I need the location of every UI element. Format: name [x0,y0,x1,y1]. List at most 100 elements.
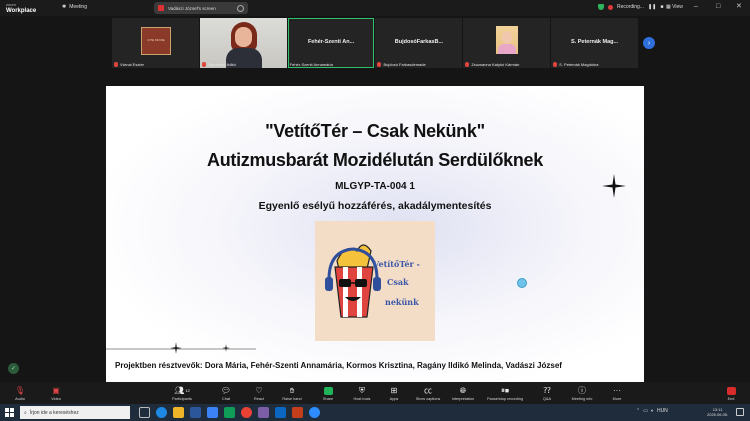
excel-icon[interactable] [224,407,235,418]
participant-tile[interactable]: CITE MOVIE Várnai Eszter [112,18,199,68]
raise-hand-label: Raise hand [282,397,302,401]
status-area: Recording... ❚❚ ■ [598,4,663,10]
raise-hand-button[interactable]: ✋︎ Raise hand [275,385,309,401]
participant-name-label: Germenin Ildikó [201,62,236,67]
video-face [234,27,252,47]
volume-icon[interactable]: 🔈︎ [651,408,654,414]
view-label: View [672,4,683,10]
teams-icon[interactable] [258,407,269,418]
shield-icon: ⛨ [359,385,365,395]
shared-screen-slide: "VetítőTér – Csak Nekünk" Autizmusbarát … [106,86,644,382]
participant-name-label: S. Petemák Magdolna [553,62,599,67]
remote-cursor [517,278,527,288]
share-label: Share [322,397,334,401]
network-icon[interactable]: ▭ [643,408,648,414]
recording-label[interactable]: Recording... [617,4,644,10]
mic-muted-icon [114,62,118,67]
file-explorer-icon[interactable] [173,407,184,418]
taskbar-clock[interactable]: 13:11 2025.06.05. [707,407,728,417]
hand-icon: ✋︎ [289,385,295,395]
screen-share-banner[interactable]: Vadászi József's screen [154,2,248,14]
language-label[interactable]: HUN [657,408,668,414]
apps-label: Apps [389,397,399,401]
pause-recording-button[interactable]: ⏸︎⏹︎ Pause/stop recording [487,385,523,401]
pause-stop-icon: ⏸︎⏹︎ [501,385,509,395]
store-icon[interactable] [207,407,218,418]
word-icon[interactable] [190,407,201,418]
interpretation-label: Interpretation [451,397,475,401]
chat-button[interactable]: 💬︎ Chat [209,385,243,401]
share-button[interactable]: Share [311,385,345,401]
mic-muted-icon [201,62,206,67]
popcorn-logo-poster: VetítőTér - Csak nekünk [315,221,435,341]
task-view-icon[interactable] [139,407,150,418]
host-tools-label: Host tools [353,397,371,401]
view-button[interactable]: ▦ View [666,4,683,10]
participant-tile[interactable]: Zsuzsanna Katykó Kármán [463,18,551,68]
outlook-icon[interactable] [275,407,286,418]
audio-button[interactable]: 🎙︎ Audio [3,385,37,401]
chevron-up-icon[interactable]: ⌃ [636,408,640,414]
participant-tile[interactable]: S. Peternák Mag... S. Petemák Magdolna [551,18,638,68]
show-captions-button[interactable]: ㏄ Show captions [411,385,445,401]
participant-avatar [496,26,519,54]
minimize-icon[interactable]: – [694,3,698,10]
qa-button[interactable]: ⁇ Q&A [530,385,564,401]
next-participants-button[interactable]: › [643,37,655,49]
participant-name-label: Bujdosó Farkasdemade [377,62,426,67]
participant-name: Zsuzsanna Katykó Kármán [471,62,520,67]
qa-icon: ⁇ [543,385,551,395]
end-button[interactable]: End [714,385,748,401]
sparkle-icon [602,174,626,198]
participant-name-label: Zsuzsanna Katykó Kármán [465,62,519,67]
windows-start-icon[interactable] [5,408,14,417]
meeting-info-label: Meeting info [571,397,593,401]
recording-stop-icon[interactable]: ■ [660,4,663,10]
host-tools-button[interactable]: ⛨ Host tools [345,385,379,401]
more-button[interactable]: ··· More [600,385,634,401]
taskbar-search[interactable]: ⌕ Írjon ide a kereséshez [20,406,130,419]
logo-text-line3: nekünk [385,297,419,307]
meeting-info-button[interactable]: ⓘ Meeting info [565,385,599,401]
participant-tile-active-speaker[interactable]: Fehér-Szenti An... Fehér-Szenti Annamári… [287,18,375,68]
audio-indicator-icon[interactable]: ✓ [8,363,19,374]
powerpoint-icon[interactable] [292,407,303,418]
view-options-icon[interactable] [237,4,244,12]
react-button[interactable]: ♡ React [242,385,276,401]
system-tray: ⌃ ▭ 🔈︎ HUN [636,408,668,414]
maximize-icon[interactable]: □ [716,3,720,10]
interpretation-button[interactable]: 🌐︎ Interpretation [446,385,480,401]
meeting-icon: ✱ [62,4,67,10]
video-label: Video [51,397,61,401]
video-button[interactable]: ▣ Video [39,385,73,401]
meeting-menu[interactable]: ✱ Meeting [62,4,87,10]
security-shield-icon[interactable] [598,4,604,10]
apps-button[interactable]: ⊞ Apps [377,385,411,401]
zoom-taskbar-icon[interactable] [309,407,320,418]
chevron-right-icon: › [647,39,651,47]
clock-date: 2025.06.05. [707,412,729,417]
participant-name-label: Fehér-Szenti Annamária [290,62,333,67]
participant-tile[interactable]: Germenin Ildikó [199,18,287,68]
participant-center-name: S. Peternák Mag... [571,39,619,45]
close-icon[interactable]: ✕ [736,3,742,10]
participant-name-label: Várnai Eszter [114,62,144,67]
title-bar: zoom Workplace ✱ Meeting Vadászi József'… [0,0,750,16]
slide-credits: Projektben résztvevők: Dora Mária, Fehér… [115,361,562,370]
participant-name: Várnai Eszter [120,62,145,67]
share-banner-label: Vadászi József's screen [168,5,216,11]
participant-tile[interactable]: BujdosóFarkasB... Bujdosó Farkasdemade [375,18,463,68]
info-icon: ⓘ [578,385,586,395]
app-brand: zoom Workplace [6,2,36,14]
notification-icon[interactable] [736,408,744,416]
chrome-icon[interactable] [241,407,252,418]
participants-button[interactable]: 👥︎ 12 Participants [165,385,199,401]
mic-muted-icon [553,62,558,67]
participants-icon: 👥︎ 12 [174,385,190,395]
participant-center-name: Fehér-Szenti An... [307,39,355,45]
participant-name: Fehér-Szenti Annamária [289,62,333,67]
edge-icon[interactable] [156,407,167,418]
more-dots-icon: ··· [613,385,621,395]
video-off-icon: ▣ [52,385,60,395]
recording-pause-icon[interactable]: ❚❚ [648,4,656,10]
